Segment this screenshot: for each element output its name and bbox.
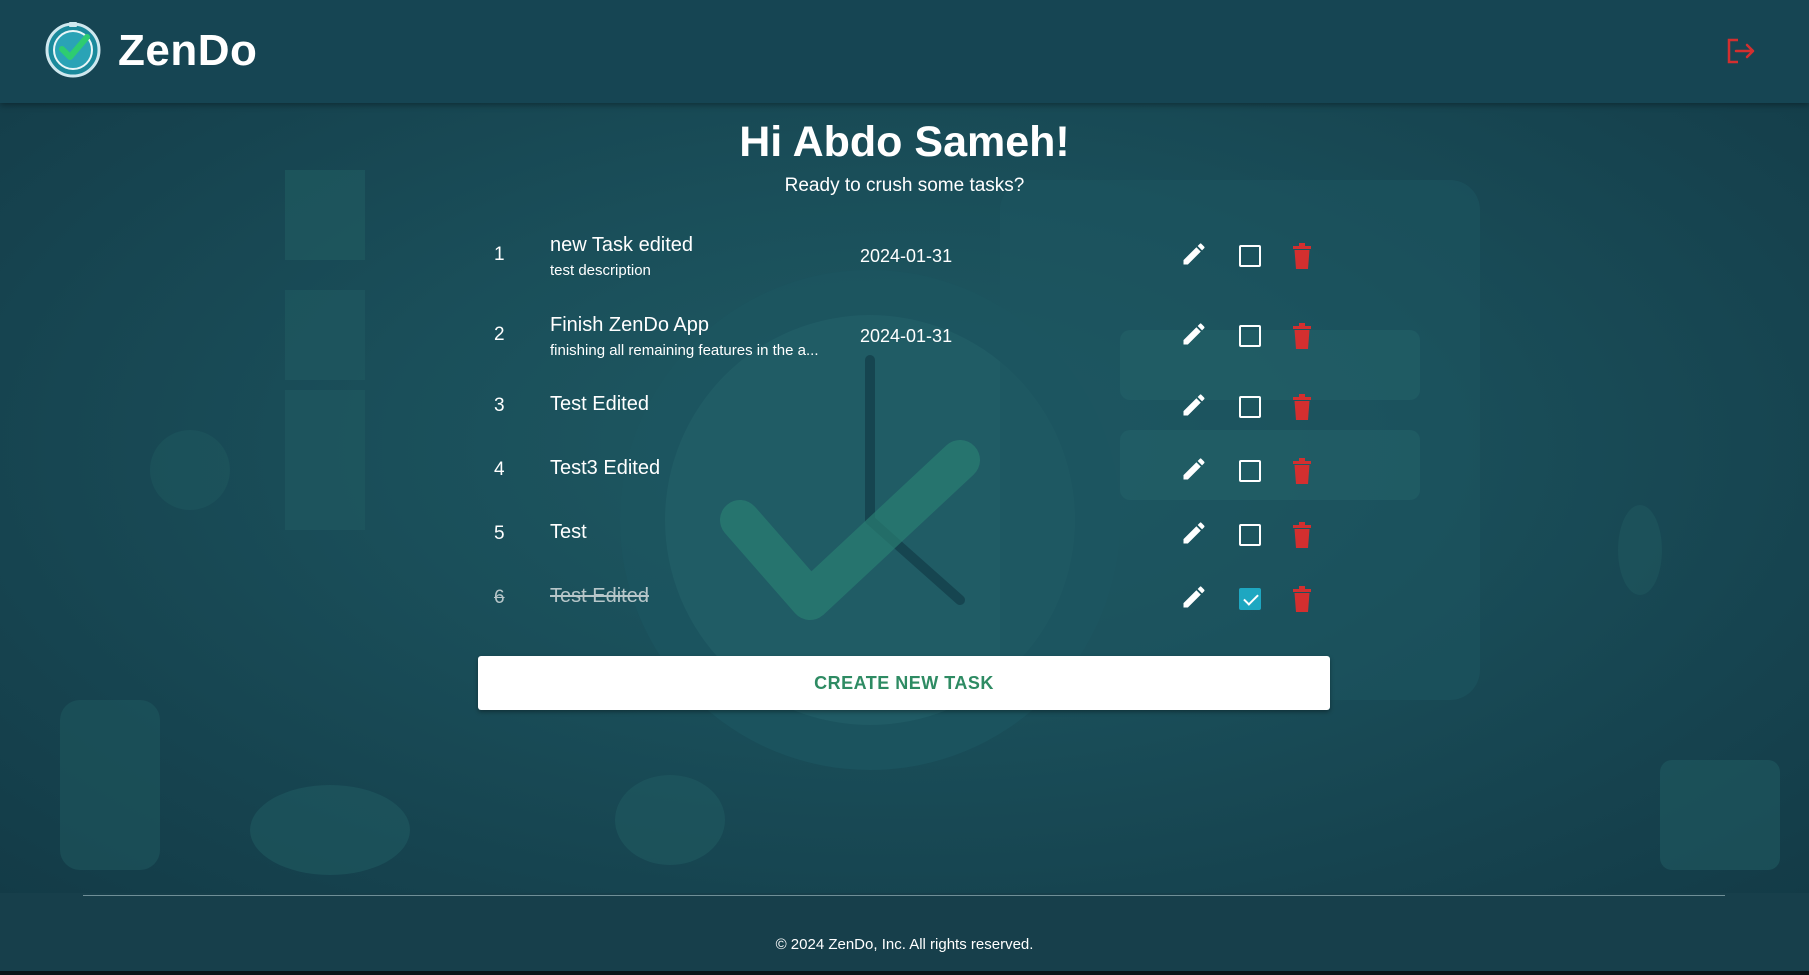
task-title: Test3 Edited bbox=[550, 457, 661, 479]
task-number: 5 bbox=[494, 523, 505, 544]
delete-trash-icon[interactable] bbox=[1292, 323, 1312, 349]
delete-trash-icon[interactable] bbox=[1292, 243, 1312, 269]
task-number: 1 bbox=[494, 244, 505, 265]
delete-trash-icon[interactable] bbox=[1292, 586, 1312, 612]
greeting-subtitle: Ready to crush some tasks? bbox=[784, 175, 1025, 196]
task-row: 6 Test Edited bbox=[478, 565, 1330, 629]
bottom-edge bbox=[0, 971, 1809, 975]
task-number: 4 bbox=[494, 459, 505, 480]
task-title: Test Edited bbox=[550, 393, 649, 415]
complete-checkbox[interactable] bbox=[1239, 245, 1261, 267]
top-navbar: ZenDo bbox=[0, 0, 1809, 103]
task-number: 6 bbox=[494, 587, 505, 608]
complete-checkbox[interactable] bbox=[1239, 396, 1261, 418]
complete-checkbox[interactable] bbox=[1239, 325, 1261, 347]
task-date: 2024-01-31 bbox=[860, 326, 953, 346]
task-title: new Task edited bbox=[550, 234, 694, 256]
delete-trash-icon[interactable] bbox=[1292, 458, 1312, 484]
task-title: Test Edited bbox=[550, 585, 649, 607]
greeting-title: Hi Abdo Sameh! bbox=[739, 118, 1070, 166]
task-row: 2 Finish ZenDo App finishing all remaini… bbox=[478, 302, 1330, 366]
task-row: 1 new Task edited test description 2024-… bbox=[478, 222, 1330, 286]
task-title: Test bbox=[550, 521, 587, 543]
delete-trash-icon[interactable] bbox=[1292, 394, 1312, 420]
create-new-task-button[interactable]: CREATE NEW TASK bbox=[478, 656, 1330, 710]
task-number: 3 bbox=[494, 395, 505, 416]
edit-pencil-icon[interactable] bbox=[1180, 240, 1208, 268]
footer-divider bbox=[83, 895, 1725, 896]
complete-checkbox-checked[interactable] bbox=[1239, 588, 1261, 610]
edit-pencil-icon[interactable] bbox=[1180, 455, 1208, 483]
page: ZenDo Hi Abdo Sameh! Ready to crush some… bbox=[0, 0, 1809, 975]
complete-checkbox[interactable] bbox=[1239, 460, 1261, 482]
edit-pencil-icon[interactable] bbox=[1180, 391, 1208, 419]
task-row: 3 Test Edited bbox=[478, 373, 1330, 437]
footer-copyright: © 2024 ZenDo, Inc. All rights reserved. bbox=[775, 936, 1034, 953]
task-description: test description bbox=[550, 262, 651, 279]
task-date: 2024-01-31 bbox=[860, 246, 953, 266]
footer bbox=[0, 893, 1809, 975]
task-description: finishing all remaining features in the … bbox=[550, 342, 819, 359]
delete-trash-icon[interactable] bbox=[1292, 522, 1312, 548]
task-row: 5 Test bbox=[478, 501, 1330, 565]
edit-pencil-icon[interactable] bbox=[1180, 519, 1208, 547]
task-title: Finish ZenDo App bbox=[550, 314, 709, 336]
complete-checkbox[interactable] bbox=[1239, 524, 1261, 546]
logout-icon[interactable] bbox=[1726, 38, 1756, 64]
task-row: 4 Test3 Edited bbox=[478, 437, 1330, 501]
edit-pencil-icon[interactable] bbox=[1180, 320, 1208, 348]
brand-name: ZenDo bbox=[118, 26, 258, 75]
clock-check-logo-icon bbox=[45, 22, 101, 78]
edit-pencil-icon[interactable] bbox=[1180, 583, 1208, 611]
task-number: 2 bbox=[494, 324, 505, 345]
